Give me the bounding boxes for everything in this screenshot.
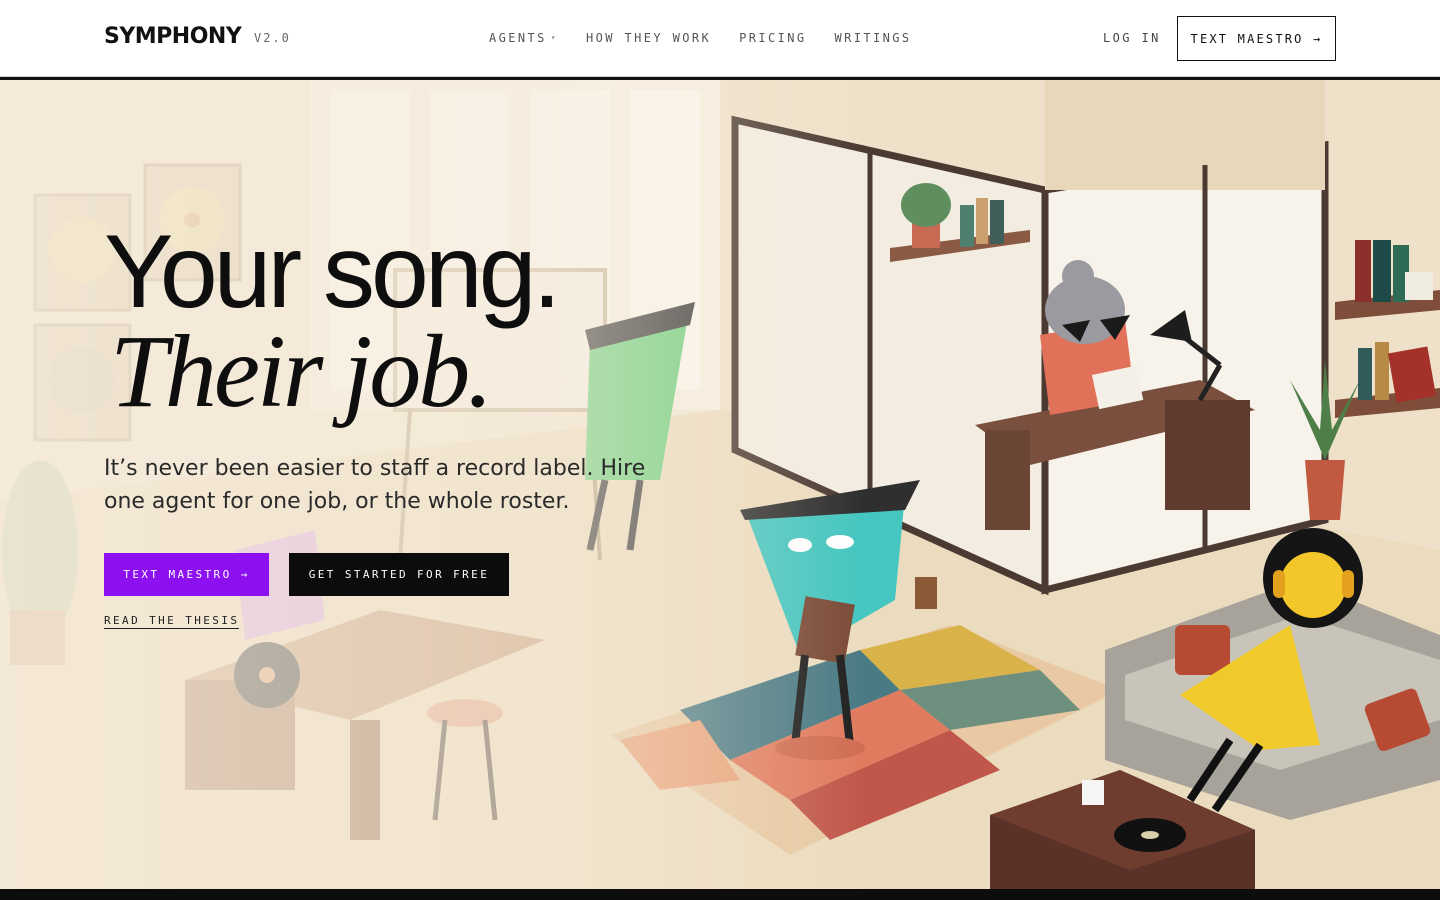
site-header: SYMPHONY V2.0 AGENTS ▾ HOW THEY WORK PRIC… <box>0 0 1440 77</box>
nav-item-pricing[interactable]: PRICING <box>739 31 806 45</box>
hero-headline-line1: Your song. <box>104 214 561 330</box>
login-link[interactable]: LOG IN <box>1103 31 1161 45</box>
text-maestro-button[interactable]: TEXT MAESTRO → <box>104 553 269 596</box>
hero-section: Your song. Their job. It’s never been ea… <box>0 77 1440 889</box>
bottom-bar <box>0 889 1440 900</box>
nav-item-writings[interactable]: WRITINGS <box>834 31 911 45</box>
hero-headline-line2: Their job. <box>110 314 493 429</box>
read-thesis-link[interactable]: READ THE THESIS <box>104 614 240 629</box>
text-maestro-header-button[interactable]: TEXT MAESTRO → <box>1177 16 1336 61</box>
nav-item-how-they-work[interactable]: HOW THEY WORK <box>586 31 711 45</box>
nav-item-agents[interactable]: AGENTS ▾ <box>489 31 558 45</box>
get-started-button[interactable]: GET STARTED FOR FREE <box>289 553 509 596</box>
chevron-down-icon: ▾ <box>550 33 558 42</box>
main-nav: AGENTS ▾ HOW THEY WORK PRICING WRITINGS <box>489 31 911 45</box>
hero-subhead: It’s never been easier to staff a record… <box>104 456 646 514</box>
nav-item-label: AGENTS <box>489 31 547 45</box>
version-badge: V2.0 <box>254 31 291 45</box>
logo[interactable]: SYMPHONY <box>104 24 242 49</box>
